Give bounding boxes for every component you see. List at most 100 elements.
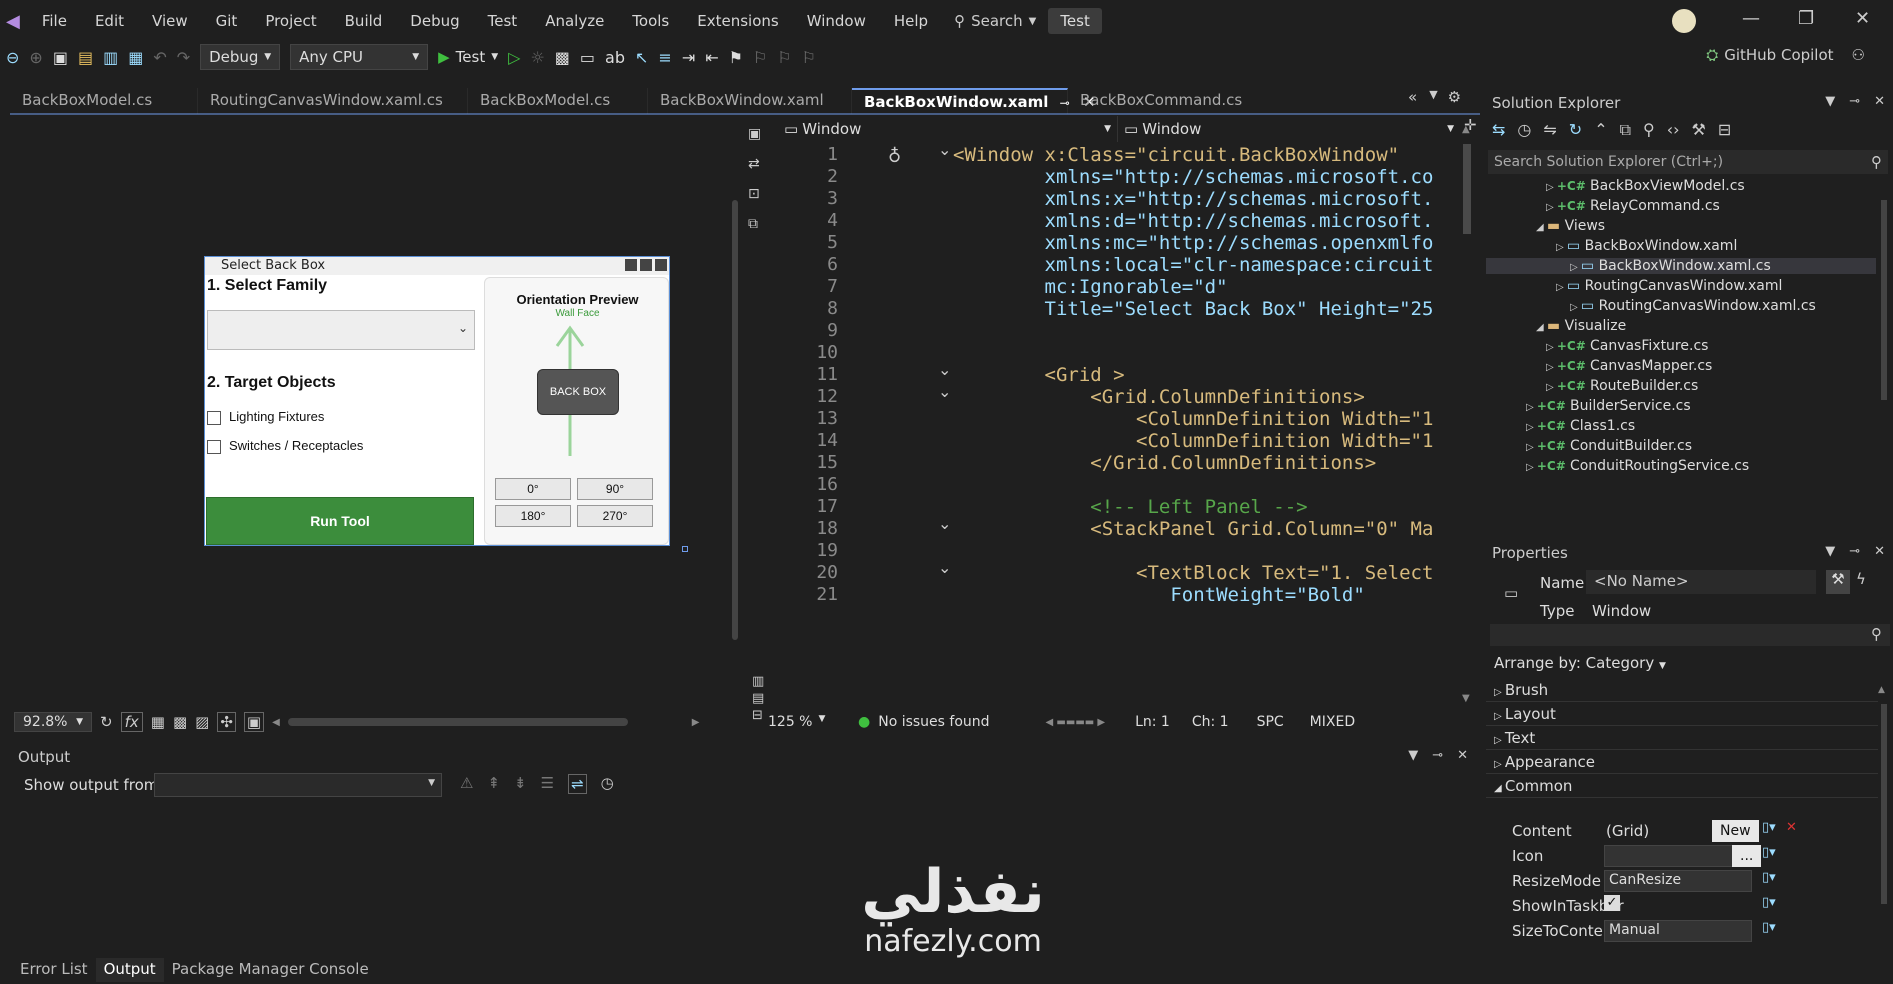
family-combobox[interactable]: ⌄ (207, 310, 475, 350)
designer-zoom-dropdown[interactable]: 92.8% ▼ (14, 712, 92, 732)
arrange-by-dropdown[interactable]: Arrange by: Category ▼ (1494, 654, 1666, 672)
scroll-left-icon[interactable]: ◀ (272, 717, 280, 728)
start-without-debug-icon[interactable]: ▷ (508, 48, 520, 67)
menu-test[interactable]: Test (474, 12, 532, 30)
code-line[interactable]: </Grid.ColumnDefinitions> (953, 452, 1458, 474)
menu-view[interactable]: View (138, 12, 202, 30)
property-marker-icon[interactable]: ▯▾ (1762, 895, 1776, 910)
properties-vscroll[interactable]: ▲ (1878, 678, 1890, 978)
tree-item[interactable]: ▷ ▭ RoutingCanvasWindow.xaml (1556, 278, 1782, 294)
tab-routingcanvaswindow-xaml-cs[interactable]: RoutingCanvasWindow.xaml.cs (198, 88, 468, 114)
code-line[interactable]: Title="Select Back Box" Height="25 (953, 298, 1458, 320)
toolbox-icon[interactable]: ▩ (555, 48, 570, 67)
menu-extensions[interactable]: Extensions (683, 12, 792, 30)
back-icon[interactable]: ⊖ (6, 48, 19, 67)
spellcheck-icon[interactable]: ab (605, 48, 625, 67)
category-appearance[interactable]: ▷ Appearance (1486, 750, 1878, 774)
property-value[interactable] (1604, 845, 1752, 867)
avatar[interactable] (1672, 9, 1696, 33)
designer-scrollbar[interactable] (730, 120, 740, 710)
tab-overflow-icon[interactable]: « (1408, 88, 1417, 114)
timestamp-icon[interactable]: ◷ (601, 774, 614, 794)
filter-icon[interactable]: ⚲ (1643, 120, 1655, 140)
artboard-icon[interactable]: ▨ (195, 713, 209, 731)
expanded-chevron-icon[interactable]: ◢ (1536, 322, 1547, 333)
switch-views-icon[interactable]: ⇋ (1543, 120, 1556, 140)
angle-90-button[interactable]: 90° (577, 478, 653, 500)
tab-output[interactable]: Output (95, 958, 164, 982)
property-value[interactable]: Manual (1604, 920, 1752, 942)
tab-backboxwindow-xaml-1[interactable]: BackBoxWindow.xaml (648, 88, 852, 114)
bookmark-clear-icon[interactable]: ⚐ (802, 48, 816, 67)
sync-icon[interactable]: ⇆ (1492, 120, 1505, 140)
bookmark-next-icon[interactable]: ⚐ (777, 48, 791, 67)
close-icon[interactable]: ✕ (1457, 748, 1468, 763)
menu-window[interactable]: Window (793, 12, 880, 30)
grid-icon[interactable]: ▦ (151, 713, 165, 731)
tree-item[interactable]: ◢ ▬ Visualize (1536, 318, 1626, 334)
hot-reload-icon[interactable]: ☼ (530, 48, 544, 67)
tree-item[interactable]: ▷ +C# ConduitBuilder.cs (1526, 438, 1692, 454)
close-icon[interactable]: ✕ (1874, 544, 1885, 559)
code-line[interactable]: <Grid.ColumnDefinitions> (953, 386, 1458, 408)
tree-item[interactable]: ▷ +C# RelayCommand.cs (1546, 198, 1720, 214)
scroll-right-icon[interactable]: ▶ (692, 717, 700, 728)
code-line[interactable]: mc:Ignorable="d" (953, 276, 1458, 298)
restore-icon[interactable]: ❐ (1798, 8, 1814, 29)
code-line[interactable] (953, 540, 1458, 562)
word-wrap-icon[interactable]: ⇌ (568, 774, 587, 794)
tree-item[interactable]: ▷ +C# BackBoxViewModel.cs (1546, 178, 1745, 194)
undo-icon[interactable]: ↶ (153, 48, 166, 67)
property-marker-icon[interactable]: ▯▾ (1762, 820, 1776, 835)
history-icon[interactable]: ◷ (1517, 120, 1531, 140)
device-icon[interactable]: ▣ (243, 712, 265, 732)
collapsed-chevron-icon[interactable]: ▷ (1546, 182, 1557, 193)
code-line[interactable]: <ColumnDefinition Width="1 (953, 430, 1458, 452)
xaml-editor[interactable]: ▭ Window ▼ ▭ Window ▼ ✛ 1 2 3 4 5 6 7 8 9 10 11 12 13 1… (768, 116, 1478, 706)
scroll-up-icon[interactable]: ▲ (1878, 685, 1885, 695)
collapsed-chevron-icon[interactable]: ▷ (1546, 202, 1557, 213)
browse-icon-button[interactable]: ... (1732, 845, 1762, 867)
angle-180-button[interactable]: 180° (495, 505, 571, 527)
tab-backboxmodel-1[interactable]: BackBoxModel.cs (10, 88, 198, 114)
chevron-down-icon[interactable]: ▼ (1408, 748, 1418, 763)
lightbulb-icon[interactable]: ♁ (888, 146, 901, 167)
fx-icon[interactable]: fx (120, 712, 143, 732)
events-icon[interactable]: ϟ (1856, 570, 1866, 588)
code-line[interactable] (953, 342, 1458, 364)
tab-error-list[interactable]: Error List (12, 958, 96, 982)
fold-chevron-icon[interactable]: ⌄ (938, 360, 951, 379)
collapsed-chevron-icon[interactable]: ▷ (1570, 302, 1581, 313)
tree-item[interactable]: ◢ ▬ Views (1536, 218, 1605, 234)
editor-vscroll[interactable]: ▲ ▼ (1460, 124, 1474, 704)
code-line[interactable]: <Grid > (953, 364, 1458, 386)
tab-backboxmodel-2[interactable]: BackBoxModel.cs (468, 88, 648, 114)
code-area[interactable]: <Window x:Class="circuit.BackBoxWindow" … (953, 144, 1458, 704)
platform-dropdown[interactable]: Any CPU ▼ (290, 44, 429, 70)
whitespace-indicator[interactable]: SPC (1257, 714, 1284, 730)
close-icon[interactable]: ✕ (1855, 8, 1870, 29)
close-icon[interactable]: ✕ (1874, 94, 1885, 109)
tab-package-manager[interactable]: Package Manager Console (164, 958, 377, 982)
pin-icon[interactable]: ⊸ (1849, 544, 1860, 559)
collapsed-chevron-icon[interactable]: ▷ (1526, 462, 1537, 473)
menu-git[interactable]: Git (202, 12, 252, 30)
category-layout[interactable]: ▷ Layout (1486, 702, 1878, 726)
tree-item[interactable]: ▷ +C# CanvasMapper.cs (1546, 358, 1712, 374)
category-common[interactable]: ◢ Common (1486, 774, 1878, 798)
refresh-icon[interactable]: ↻ (100, 713, 113, 731)
tree-item[interactable]: ▷ +C# ConduitRoutingService.cs (1526, 458, 1749, 474)
collapsed-chevron-icon[interactable]: ▷ (1526, 442, 1537, 453)
pin-icon[interactable]: ⊸ (1849, 94, 1860, 109)
code-line[interactable]: <TextBlock Text="1. Select (953, 562, 1458, 584)
issues-status[interactable]: No issues found (878, 714, 989, 730)
wrench-icon[interactable]: ⚒ (1826, 570, 1850, 594)
scope-right-dropdown[interactable]: ▭ Window ▼ (1118, 116, 1460, 142)
refresh-icon[interactable]: ↻ (1569, 120, 1582, 140)
line-ending-indicator[interactable]: MIXED (1310, 714, 1355, 730)
checkbox-lighting[interactable] (207, 411, 221, 425)
vertical-split-icon[interactable]: ▥ (752, 674, 764, 689)
fold-chevron-icon[interactable]: ⌄ (938, 140, 951, 159)
collapsed-chevron-icon[interactable]: ▷ (1546, 382, 1557, 393)
minimize-icon[interactable]: — (1742, 8, 1760, 29)
